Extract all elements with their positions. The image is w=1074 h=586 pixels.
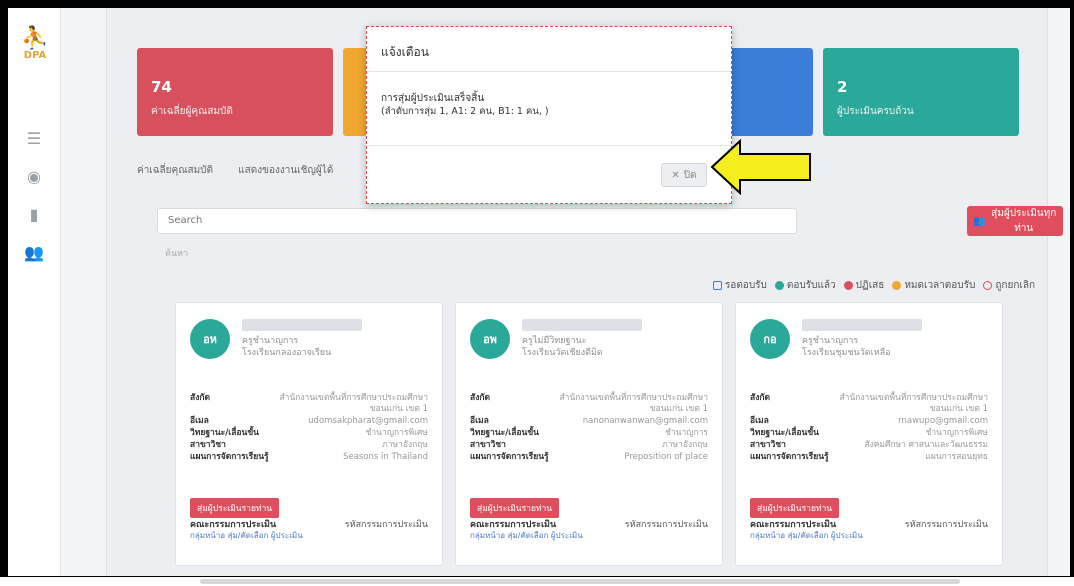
legend-accepted: ตอบรับแล้ว xyxy=(774,278,836,293)
modal-title: แจ้งเตือน xyxy=(381,45,429,59)
users-icon: 👥 xyxy=(973,215,986,227)
status-legend: รอตอบรับ ตอบรับแล้ว ปฏิเสธ หมดเวลาตอบรับ… xyxy=(712,278,1035,293)
close-icon: ✕ xyxy=(671,169,680,181)
legend-pending: รอตอบรับ xyxy=(712,278,767,293)
document-icon[interactable]: ▮ xyxy=(20,202,48,226)
teacher-position: ครูชำนาญการ โรงเรียนกลองอาจเรียน xyxy=(242,336,332,358)
teacher-info: สังกัด สำนักงานเขตพื้นที่การศึกษาประถมศึก… xyxy=(190,393,428,462)
random-assessor-button[interactable]: สุ่มผู้ประเมินรายท่าน xyxy=(470,498,560,518)
legend-cancelled: ถูกยกเลิก xyxy=(983,278,1035,293)
modal-divider xyxy=(367,71,731,72)
logo-figure-icon: ⛹ xyxy=(21,26,49,51)
search-input[interactable] xyxy=(157,208,797,234)
modal-detail: (ลำดับการสุ่ม 1, A1: 2 คน, B1: 1 คน, ) xyxy=(381,106,549,117)
stat-card-blue xyxy=(727,48,813,136)
close-button[interactable]: ✕ ปิด xyxy=(661,163,707,187)
teacher-card: กอ ครูชำนาญการ โรงเรียนชุมชนวัดเหลือ สังก… xyxy=(735,302,1003,566)
teacher-card: อพ ครูไม่มีวิทยฐานะ โรงเรียนวัดเชียงดีมิด… xyxy=(455,302,723,566)
teacher-position: ครูไม่มีวิทยฐานะ โรงเรียนวัดเชียงดีมิด xyxy=(522,336,603,358)
teacher-info: สังกัด สำนักงานเขตพื้นที่การศึกษาประถมศึก… xyxy=(470,393,708,462)
legend-expired: หมดเวลาตอบรับ xyxy=(892,278,975,293)
teacher-info: สังกัด สำนักงานเขตพื้นที่การศึกษาประถมศึก… xyxy=(750,393,988,462)
teacher-name-redacted xyxy=(522,319,642,331)
committee-link[interactable]: กลุ่มหน้าอ สุ่ม/คัดเลือก ผู้ประเมิน xyxy=(470,529,583,542)
yellow-arrow-annotation xyxy=(710,139,811,195)
modal-divider xyxy=(367,145,731,146)
committee-link[interactable]: กลุ่มหน้าอ สุ่ม/คัดเลือก ผู้ประเมิน xyxy=(190,529,303,542)
tab-qualified[interactable]: ค่าเฉลี่ยคุณสมบัติ xyxy=(137,165,213,176)
stat-label: ค่าเฉลี่ยผู้คุณสมบัติ xyxy=(151,106,233,117)
sidebar: ⛹ DPA ☰ ◉ ▮ 👥 xyxy=(8,8,61,576)
committee-link[interactable]: กลุ่มหน้าอ สุ่ม/คัดเลือก ผู้ประเมิน xyxy=(750,529,863,542)
search-label: ค้นหา xyxy=(165,249,189,259)
legend-rejected: ปฏิเสธ xyxy=(843,278,884,293)
teacher-card: อห ครูชำนาญการ โรงเรียนกลองอาจเรียน สังกั… xyxy=(175,302,443,566)
users-icon[interactable]: 👥 xyxy=(20,240,48,264)
teacher-name-redacted xyxy=(802,319,922,331)
avatar: อพ xyxy=(470,319,510,359)
user-circle-icon[interactable]: ◉ xyxy=(20,164,48,188)
logo-text: DPA xyxy=(23,50,47,61)
avatar: กอ xyxy=(750,319,790,359)
teacher-position: ครูชำนาญการ โรงเรียนชุมชนวัดเหลือ xyxy=(802,336,891,358)
teacher-name-redacted xyxy=(242,319,362,331)
logo: ⛹ DPA xyxy=(18,28,52,70)
stat-card-complete: 2 ผู้ประเมินครบถ้วน xyxy=(823,48,1019,136)
random-all-button[interactable]: 👥 สุ่มผู้ประเมินทุกท่าน xyxy=(967,206,1063,236)
alert-modal: แจ้งเตือน การสุ่มผู้ประเมินเสร็จสิ้น (ลำ… xyxy=(366,26,732,204)
stat-card-orange xyxy=(343,48,367,136)
random-all-label: สุ่มผู้ประเมินทุกท่าน xyxy=(991,208,1057,234)
stat-value: 2 xyxy=(837,78,848,96)
stat-value: 74 xyxy=(151,78,172,96)
list-icon[interactable]: ☰ xyxy=(20,126,48,150)
app-window: ⛹ DPA ☰ ◉ ▮ 👥 74 ค่าเฉลี่ยผู้คุณสมบัติ 2… xyxy=(8,8,1070,576)
tab-invitations[interactable]: แสดงของงานเชิญผู้ได้ xyxy=(238,165,333,176)
tab-bar: ค่าเฉลี่ยคุณสมบัติ แสดงของงานเชิญผู้ได้ xyxy=(137,163,355,178)
random-assessor-button[interactable]: สุ่มผู้ประเมินรายท่าน xyxy=(190,498,280,518)
stat-label: ผู้ประเมินครบถ้วน xyxy=(837,106,914,117)
scrollbar-thumb[interactable] xyxy=(200,579,960,584)
avatar: อห xyxy=(190,319,230,359)
random-assessor-button[interactable]: สุ่มผู้ประเมินรายท่าน xyxy=(750,498,840,518)
close-label: ปิด xyxy=(683,169,697,181)
stat-card-qualified: 74 ค่าเฉลี่ยผู้คุณสมบัติ xyxy=(137,48,333,136)
